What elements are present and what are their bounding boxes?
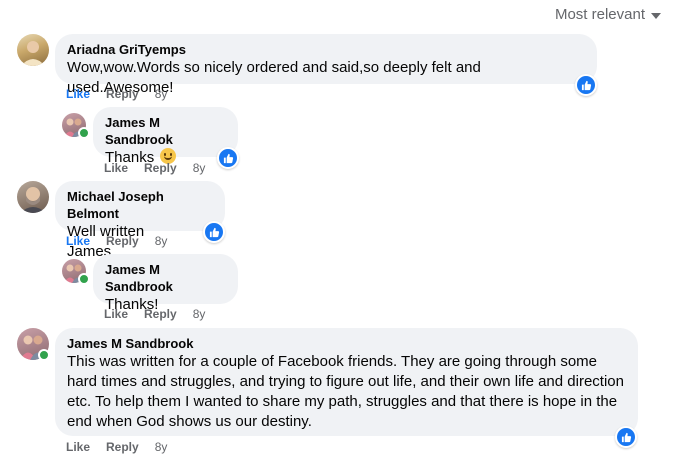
like-reaction-icon[interactable]	[203, 221, 225, 243]
thumbs-up-icon	[223, 153, 233, 163]
comment-text: This was written for a couple of Faceboo…	[67, 353, 624, 430]
comment-bubble: James M Sandbrook Thanks	[93, 107, 238, 166]
timestamp[interactable]: 8y	[155, 440, 168, 454]
online-status-icon	[38, 349, 50, 361]
comment-actions: Like Reply 8y	[104, 307, 205, 321]
sort-dropdown[interactable]: Most relevant	[555, 6, 661, 23]
caret-down-icon	[651, 12, 661, 19]
comment-bubble: Ariadna GriTyemps Wow,wow.Words so nicel…	[55, 34, 597, 96]
like-button[interactable]: Like	[104, 161, 128, 175]
comment-bubble: Michael Joseph Belmont Well written Jame…	[55, 181, 225, 260]
like-button[interactable]: Like	[104, 307, 128, 321]
avatar-image	[21, 41, 45, 66]
reply-button[interactable]: Reply	[106, 87, 139, 101]
reply-button[interactable]: Reply	[106, 234, 139, 248]
comment-author[interactable]: James M Sandbrook	[105, 114, 226, 148]
avatar-image	[20, 187, 46, 213]
timestamp[interactable]: 8y	[155, 234, 168, 248]
like-reaction-icon[interactable]	[575, 74, 597, 96]
thumbs-up-icon	[581, 80, 591, 90]
comment-author[interactable]: Michael Joseph Belmont	[67, 188, 213, 222]
timestamp[interactable]: 8y	[155, 87, 168, 101]
reply-button[interactable]: Reply	[144, 307, 177, 321]
avatar[interactable]	[17, 34, 49, 66]
comment-actions: Like Reply 8y	[66, 234, 167, 248]
comment-actions: Like Reply 8y	[104, 161, 205, 175]
reply-button[interactable]: Reply	[106, 440, 139, 454]
timestamp[interactable]: 8y	[193, 307, 206, 321]
reply-button[interactable]: Reply	[144, 161, 177, 175]
like-reaction-icon[interactable]	[615, 426, 637, 448]
comment-actions: Like Reply 8y	[66, 440, 167, 454]
comment-bubble: James M Sandbrook This was written for a…	[55, 328, 638, 436]
like-reaction-icon[interactable]	[217, 147, 239, 169]
thumbs-up-icon	[621, 432, 631, 442]
comment-author[interactable]: Ariadna GriTyemps	[67, 41, 585, 58]
comment-author[interactable]: James M Sandbrook	[67, 335, 626, 352]
comment-actions: Like Reply 8y	[66, 87, 167, 101]
thumbs-up-icon	[209, 227, 219, 237]
comment-author[interactable]: James M Sandbrook	[105, 261, 226, 295]
online-status-icon	[78, 273, 90, 285]
like-button[interactable]: Like	[66, 87, 90, 101]
like-button[interactable]: Like	[66, 234, 90, 248]
comment-bubble: James M Sandbrook Thanks!	[93, 254, 238, 313]
avatar[interactable]	[17, 181, 49, 213]
timestamp[interactable]: 8y	[193, 161, 206, 175]
like-button[interactable]: Like	[66, 440, 90, 454]
sort-label: Most relevant	[554, 6, 645, 23]
online-status-icon	[78, 127, 90, 139]
